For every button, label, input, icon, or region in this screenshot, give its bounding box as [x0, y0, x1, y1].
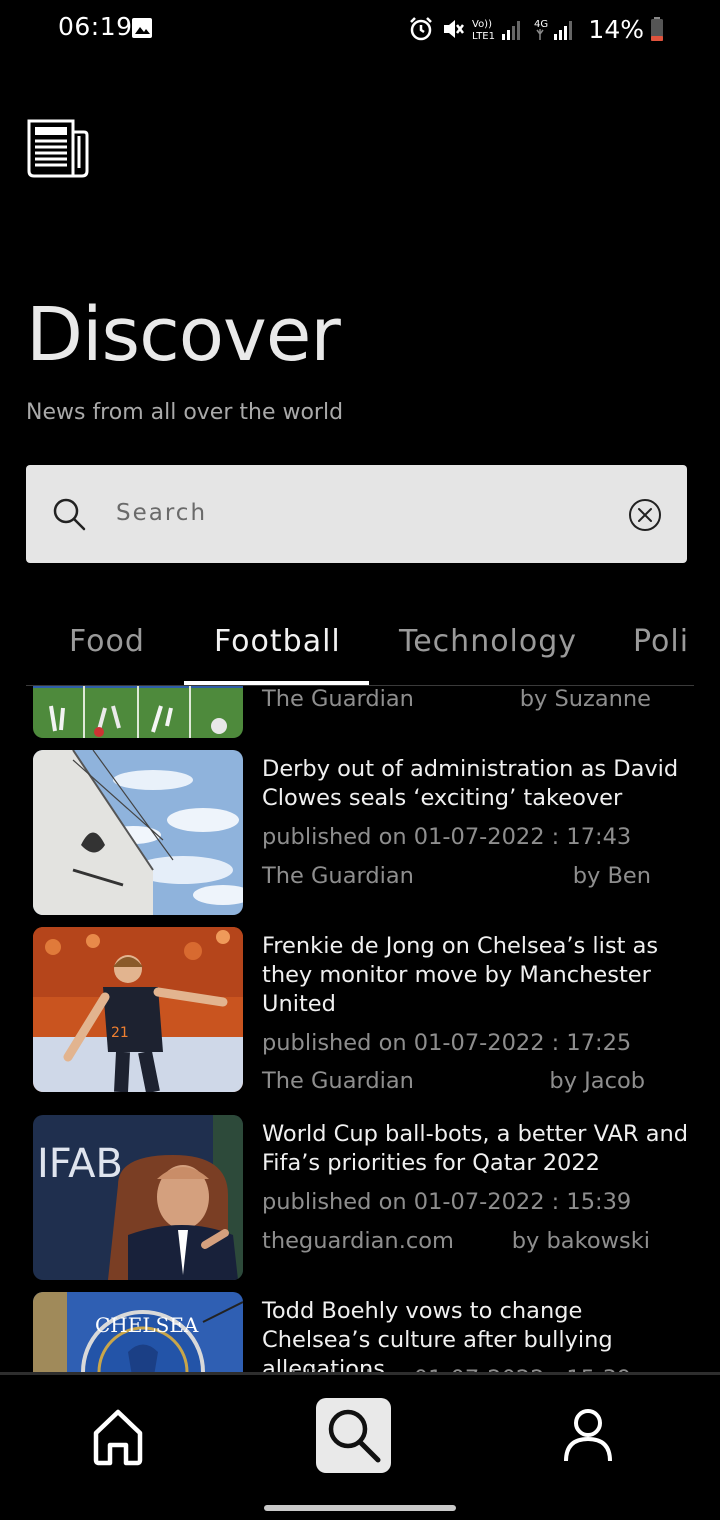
svg-text:LTE1: LTE1 [472, 31, 495, 42]
article-title[interactable]: World Cup ball-bots, a better VAR and Fi… [262, 1120, 692, 1178]
player-orange-image: 21 [33, 927, 243, 1092]
article-source: The Guardian [262, 686, 414, 712]
search-icon [53, 498, 86, 531]
article-thumbnail[interactable] [33, 686, 243, 738]
tab-technology[interactable]: Technology [399, 624, 577, 659]
article-source: The Guardian [262, 863, 414, 889]
tab-football[interactable]: Football [214, 624, 341, 659]
search-bar[interactable] [26, 465, 687, 563]
home-icon[interactable] [88, 1405, 148, 1467]
derby-stadium-image [33, 750, 243, 915]
article-author: by Suzanne [519, 686, 651, 712]
active-tab-indicator [184, 681, 369, 685]
article-source: theguardian.com [262, 1228, 454, 1254]
nav-search-button[interactable] [316, 1398, 391, 1473]
battery-percentage: 14% [588, 14, 644, 44]
status-icons: Vo)) LTE1 4G 14% [408, 10, 664, 48]
page-title: Discover [26, 292, 341, 378]
article-source: The Guardian [262, 1068, 414, 1094]
tab-politics[interactable]: Poli [633, 624, 689, 659]
bottom-navigation [0, 1372, 720, 1520]
article-author: by Ben [572, 863, 651, 889]
article-author: by Jacob [549, 1068, 645, 1094]
svg-text:Vo)): Vo)) [472, 19, 492, 30]
alarm-icon [410, 17, 433, 41]
gallery-icon [132, 18, 152, 38]
ifab-official-image: IFAB [33, 1115, 243, 1280]
mute-icon [444, 20, 465, 38]
volte-signal-icon: Vo)) LTE1 [472, 19, 521, 42]
football-match-image [33, 686, 243, 738]
article-thumbnail[interactable]: 21 [33, 927, 243, 1092]
tab-food[interactable]: Food [69, 624, 145, 659]
article-thumbnail[interactable]: CHELSEA [33, 1292, 243, 1374]
article-thumbnail[interactable] [33, 750, 243, 915]
article-title[interactable]: Frenkie de Jong on Chelsea’s list as the… [262, 932, 692, 1019]
profile-icon[interactable] [562, 1407, 614, 1463]
status-time: 06:19 [58, 12, 133, 41]
status-bar: 06:19 Vo)) LTE1 4G 14% [0, 0, 720, 60]
page-subtitle: News from all over the world [26, 400, 344, 425]
signal-icon: 4G [534, 19, 573, 40]
search-input[interactable] [116, 493, 596, 533]
category-tabs: Food Football Technology Poli [26, 610, 694, 686]
battery-icon [651, 17, 663, 41]
article-date: published on 01-07-2022 : 17:25 [262, 1030, 632, 1056]
newspaper-icon [27, 119, 89, 178]
svg-text:4G: 4G [534, 19, 548, 30]
clear-icon[interactable] [627, 497, 663, 533]
article-date: published on 01-07-2022 : 17:43 [262, 824, 632, 850]
article-thumbnail[interactable]: IFAB [33, 1115, 243, 1280]
article-date: published on 01-07-2022 : 15:39 [262, 1189, 632, 1215]
svg-text:21: 21 [111, 1025, 129, 1041]
article-title[interactable]: Todd Boehly vows to change Chelsea’s cul… [262, 1297, 692, 1374]
chelsea-badge-image: CHELSEA [33, 1292, 243, 1374]
home-indicator[interactable] [264, 1505, 456, 1511]
news-list[interactable]: The Guardian by Suzanne Derby out of adm… [0, 686, 720, 1374]
search-icon [328, 1409, 381, 1463]
article-author: by bakowski [511, 1228, 650, 1254]
ifab-logo-text: IFAB [37, 1141, 123, 1187]
article-title[interactable]: Derby out of administration as David Clo… [262, 755, 692, 813]
chelsea-badge-text: CHELSEA [95, 1313, 199, 1337]
